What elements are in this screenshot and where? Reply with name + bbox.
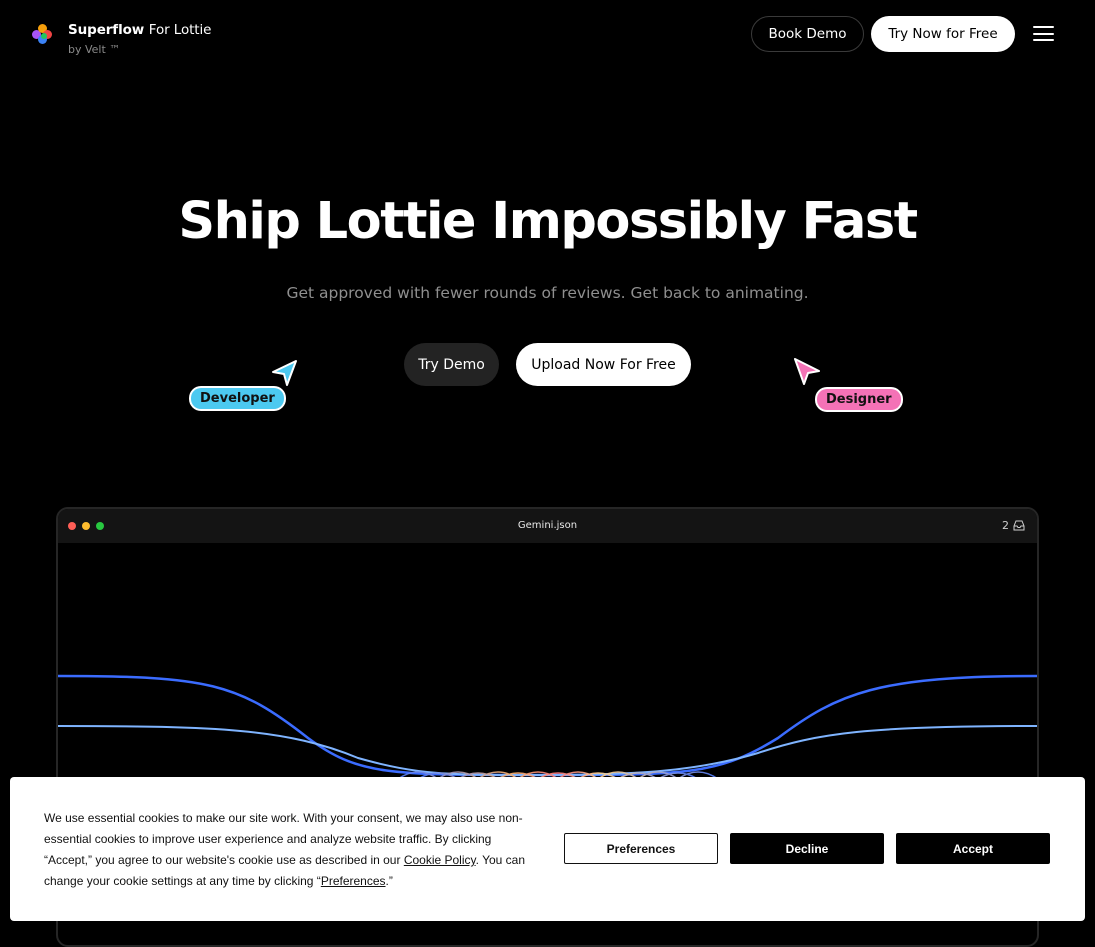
hero-title: Ship Lottie Impossibly Fast [178,192,918,251]
hamburger-menu-icon[interactable] [1033,26,1054,42]
developer-pointer-icon [272,360,297,386]
curve-inner [58,725,1037,777]
comment-count: 2 [1002,519,1009,532]
curve-outer [58,674,1037,777]
cookie-banner: We use essential cookies to make our sit… [10,777,1085,921]
brand-subtitle: by Velt ™ [68,42,121,56]
decline-button[interactable]: Decline [730,833,884,864]
accept-button[interactable]: Accept [896,833,1050,864]
book-demo-button[interactable]: Book Demo [751,16,864,52]
brand-suffix: For Lottie [148,22,212,38]
cookie-policy-link[interactable]: Cookie Policy [404,853,476,867]
designer-tag: Designer [817,389,901,410]
preferences-link[interactable]: Preferences [321,874,386,888]
cookie-text-part: .” [385,874,393,888]
comments-indicator[interactable]: 2 [1002,519,1025,532]
cookie-message: We use essential cookies to make our sit… [44,808,534,892]
window-titlebar: Gemini.json 2 [58,509,1037,543]
developer-tag: Developer [191,388,284,409]
try-now-button[interactable]: Try Now for Free [871,16,1015,52]
brand-name: Superflow [68,22,145,38]
try-demo-button[interactable]: Try Demo [404,343,499,386]
preferences-button[interactable]: Preferences [564,833,718,864]
hero-subtitle: Get approved with fewer rounds of review… [286,284,809,302]
inbox-icon [1013,520,1025,531]
flower-logo-icon [32,24,54,46]
window-title: Gemini.json [517,520,578,531]
designer-pointer-icon [794,358,820,385]
brand-title: Superflow For Lottie [68,22,212,38]
upload-button[interactable]: Upload Now For Free [516,343,691,386]
brand-logo[interactable]: Superflow For Lottie by Velt ™ [32,22,212,56]
